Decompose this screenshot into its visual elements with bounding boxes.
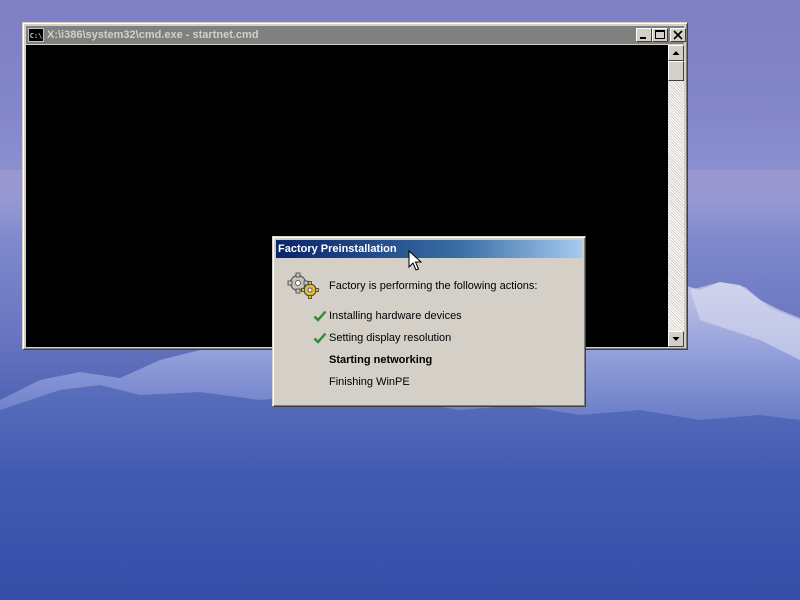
close-icon bbox=[673, 30, 683, 40]
scroll-up-button[interactable] bbox=[668, 45, 684, 61]
scrollbar-thumb[interactable] bbox=[668, 61, 684, 81]
checkmark-icon bbox=[313, 310, 327, 322]
vertical-scrollbar[interactable] bbox=[668, 45, 684, 347]
arrow-down-icon bbox=[672, 337, 680, 341]
gears-icon bbox=[287, 272, 319, 299]
checkmark-icon bbox=[313, 332, 327, 344]
mouse-pointer-icon bbox=[408, 250, 422, 271]
factory-intro-text: Factory is performing the following acti… bbox=[329, 280, 538, 292]
minimize-icon bbox=[640, 37, 646, 39]
step-starting-networking: Starting networking bbox=[329, 354, 433, 366]
console-icon[interactable]: C:\ bbox=[28, 28, 44, 42]
step-display-resolution: Setting display resolution bbox=[329, 332, 452, 344]
desktop-background: C:\ X:\i386\system32\cmd.exe - startnet.… bbox=[0, 0, 800, 600]
factory-titlebar[interactable]: Factory Preinstallation bbox=[276, 240, 582, 258]
close-button[interactable] bbox=[670, 28, 686, 42]
maximize-button[interactable] bbox=[652, 28, 668, 42]
factory-preinstallation-dialog[interactable]: Factory Preinstallation Factory is perfo… bbox=[272, 236, 586, 407]
cmd-titlebar[interactable]: C:\ X:\i386\system32\cmd.exe - startnet.… bbox=[26, 26, 686, 44]
scroll-down-button[interactable] bbox=[668, 331, 684, 347]
factory-dialog-title: Factory Preinstallation bbox=[278, 243, 397, 255]
maximize-icon bbox=[655, 30, 665, 39]
arrow-up-icon bbox=[672, 51, 680, 55]
cmd-window-title: X:\i386\system32\cmd.exe - startnet.cmd bbox=[47, 29, 259, 41]
minimize-button[interactable] bbox=[636, 28, 652, 42]
step-finishing-winpe: Finishing WinPE bbox=[329, 376, 410, 388]
step-installing-hardware: Installing hardware devices bbox=[329, 310, 462, 322]
